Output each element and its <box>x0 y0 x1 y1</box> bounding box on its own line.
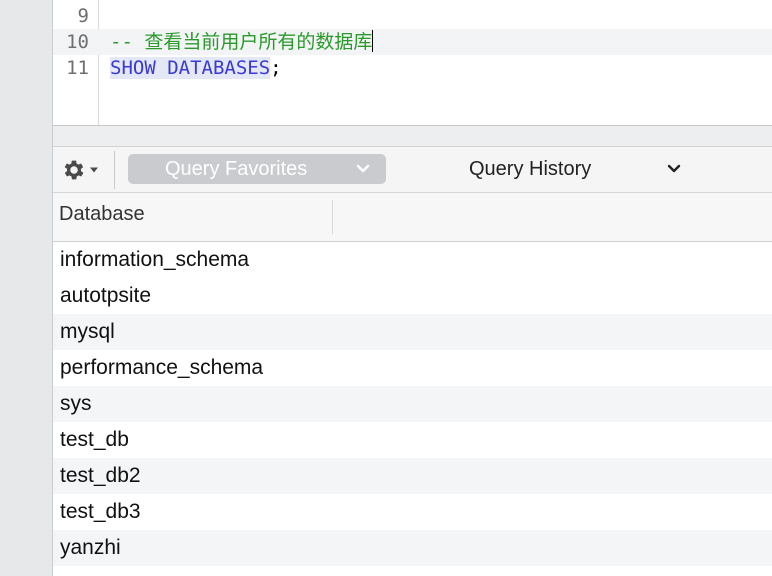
table-row[interactable]: yanzhi <box>53 530 772 566</box>
query-history-button[interactable]: Query History <box>399 154 699 184</box>
sql-comment: -- 查看当前用户所有的数据库 <box>110 31 373 53</box>
table-row[interactable]: autotpsite <box>53 278 772 314</box>
query-history-label: Query History <box>469 158 592 180</box>
text-caret <box>372 30 374 52</box>
query-favorites-button[interactable]: Query Favorites <box>128 154 386 184</box>
cell-database: test_db <box>60 428 129 451</box>
table-row[interactable]: test_db3 <box>53 494 772 530</box>
cell-database: yanzhi <box>60 536 121 559</box>
table-row[interactable]: test_db <box>53 422 772 458</box>
table-row[interactable]: performance_schema <box>53 350 772 386</box>
gear-icon <box>64 160 84 180</box>
line-number: 9 <box>77 5 89 27</box>
left-sidebar-edge <box>0 0 53 576</box>
toolbar-separator <box>114 151 115 189</box>
results-table: Database information_schema autotpsite m… <box>53 193 772 576</box>
table-row[interactable]: information_schema <box>53 242 772 278</box>
cell-database: test_db2 <box>60 464 141 487</box>
editor-line-10[interactable]: 10 -- 查看当前用户所有的数据库 <box>53 29 772 55</box>
dropdown-arrow-icon <box>90 167 98 173</box>
chevron-down-icon <box>356 164 370 173</box>
line-number: 10 <box>66 31 89 53</box>
sql-comment-line: -- 查看当前用户所有的数据库 <box>110 29 374 55</box>
editor-line-11[interactable]: 11 SHOW DATABASES; <box>53 55 772 81</box>
sql-keyword: SHOW DATABASES <box>110 57 271 79</box>
editor-line-9[interactable]: 9 <box>53 3 772 29</box>
query-favorites-label: Query Favorites <box>165 158 308 180</box>
sql-statement: SHOW DATABASES; <box>110 55 282 81</box>
gear-menu-button[interactable] <box>61 157 111 183</box>
pane-splitter[interactable] <box>53 125 772 147</box>
line-number: 11 <box>66 57 89 79</box>
query-editor[interactable]: 9 10 -- 查看当前用户所有的数据库 11 SHOW DATABASES; <box>53 0 772 125</box>
query-toolbar: Query Favorites Query History <box>53 147 772 193</box>
table-row[interactable]: mysql <box>53 314 772 350</box>
cell-database: mysql <box>60 320 115 343</box>
cell-database: test_db3 <box>60 500 141 523</box>
cell-database: autotpsite <box>60 284 152 307</box>
column-header-label: Database <box>59 203 145 225</box>
table-row[interactable]: sys <box>53 386 772 422</box>
sql-semicolon: ; <box>270 57 282 79</box>
column-header-database[interactable]: Database <box>53 193 772 242</box>
table-row[interactable]: test_db2 <box>53 458 772 494</box>
chevron-down-icon <box>667 164 681 173</box>
cell-database: performance_schema <box>60 356 264 379</box>
cell-database: sys <box>60 392 92 415</box>
column-resize-handle[interactable] <box>332 200 333 234</box>
cell-database: information_schema <box>60 248 250 271</box>
